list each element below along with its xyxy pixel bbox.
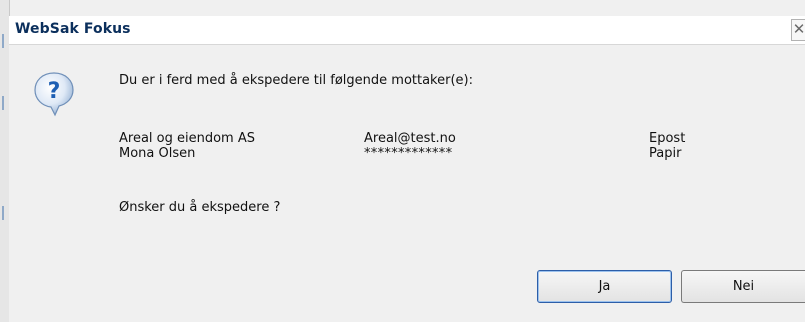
confirm-dialog: WebSak Fokus ✕ ? Du er i ferd med å eksp… <box>9 16 805 322</box>
yes-button[interactable]: Ja <box>537 270 672 303</box>
confirm-question: Ønsker du å ekspedere ? <box>119 200 281 215</box>
recipient-row: Mona Olsen ************* Papir <box>119 146 739 161</box>
recipient-address: Areal@test.no <box>364 131 456 146</box>
no-button[interactable]: Nei <box>681 270 805 303</box>
recipient-name: Mona Olsen <box>119 146 196 161</box>
recipient-address: ************* <box>364 146 453 161</box>
edge-mark <box>2 34 4 48</box>
dialog-title: WebSak Fokus <box>15 21 131 37</box>
dialog-titlebar[interactable]: WebSak Fokus ✕ <box>9 16 805 45</box>
recipient-name: Areal og eiendom AS <box>119 131 255 146</box>
recipient-method: Epost <box>649 131 686 146</box>
close-button[interactable]: ✕ <box>791 19 805 41</box>
dialog-message: Du er i ferd med å ekspedere til følgend… <box>119 73 473 88</box>
recipient-list: Areal og eiendom AS Areal@test.no Epost … <box>119 131 739 161</box>
recipient-method: Papir <box>649 146 682 161</box>
recipient-row: Areal og eiendom AS Areal@test.no Epost <box>119 131 739 146</box>
question-icon: ? <box>34 72 74 117</box>
close-icon: ✕ <box>792 20 805 38</box>
edge-mark <box>2 96 4 110</box>
edge-mark <box>2 206 4 220</box>
desktop-background: WebSak Fokus ✕ ? Du er i ferd med å eksp… <box>0 0 805 322</box>
svg-text:?: ? <box>48 79 61 104</box>
